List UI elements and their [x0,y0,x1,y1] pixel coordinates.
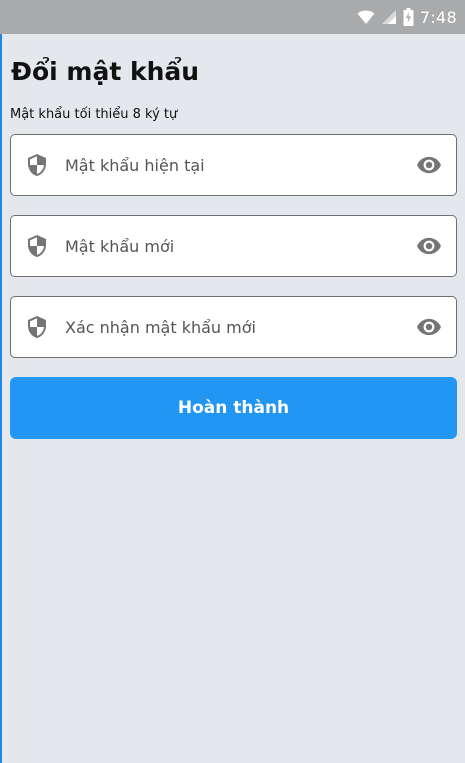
status-time: 7:48 [419,7,457,27]
eye-icon[interactable] [416,152,442,178]
eye-icon[interactable] [416,233,442,259]
new-password-field[interactable] [10,215,457,277]
shield-icon [28,316,46,338]
current-password-field[interactable] [10,134,457,196]
complete-button[interactable]: Hoàn thành [10,377,457,439]
shield-icon [28,154,46,176]
wifi-icon [357,10,375,24]
status-bar: 7:48 [0,0,465,34]
confirm-password-field[interactable] [10,296,457,358]
current-password-input[interactable] [65,145,416,185]
change-password-screen: Đổi mật khẩu Mật khẩu tối thiểu 8 ký tự [10,34,457,439]
page-title: Đổi mật khẩu [11,57,200,86]
password-form [10,134,457,358]
cellular-signal-icon [381,10,396,24]
status-icons: 7:48 [357,4,457,30]
confirm-password-input[interactable] [65,307,416,347]
shield-icon [28,235,46,257]
password-requirement-hint: Mật khẩu tối thiểu 8 ký tự [10,107,178,122]
eye-icon[interactable] [416,314,442,340]
battery-charging-icon [403,8,414,26]
new-password-input[interactable] [65,226,416,266]
